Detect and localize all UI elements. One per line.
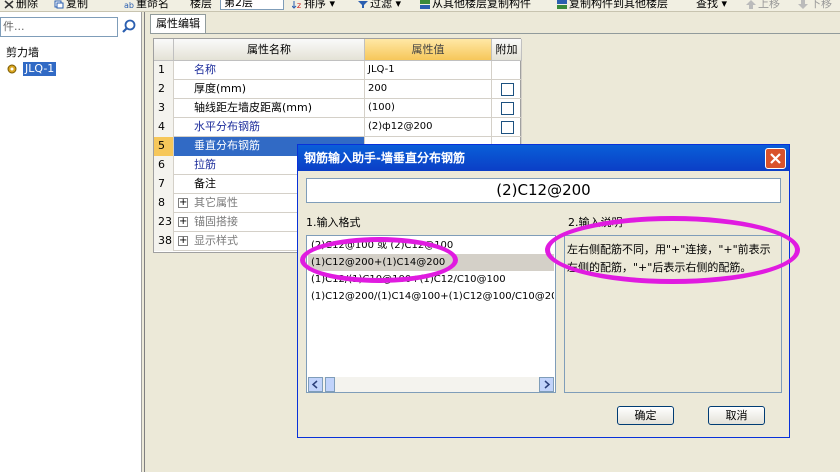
- arrow-down-icon: [798, 0, 808, 9]
- close-button[interactable]: [765, 148, 786, 169]
- move-up-button[interactable]: 上移: [746, 0, 780, 11]
- list-item[interactable]: (1)C12@200/(1)C14@100+(1)C12@100/C10@200: [308, 288, 554, 305]
- row-number: 38: [154, 232, 174, 251]
- rebar-expression-field[interactable]: (2)C12@200: [306, 178, 781, 203]
- row-number: 8: [154, 194, 174, 213]
- arrow-right-icon: [544, 380, 551, 389]
- svg-text:Z: Z: [297, 3, 301, 9]
- scroll-right-button[interactable]: [539, 377, 554, 392]
- dialog-title: 钢筋输入助手-墙垂直分布钢筋: [298, 145, 789, 171]
- svg-text:ab: ab: [124, 1, 134, 9]
- sort-button[interactable]: Z 排序 ▾: [292, 0, 335, 11]
- row-number: 2: [154, 80, 174, 99]
- component-tree-panel: 件... 剪力墙 JLQ-1: [0, 12, 142, 472]
- property-name: 厚度(mm): [174, 80, 365, 99]
- grid-header: 属性名称 属性值 附加: [154, 39, 522, 61]
- rebar-input-dialog: 钢筋输入助手-墙垂直分布钢筋 (2)C12@200 1.输入格式 2.输入说明 …: [297, 144, 790, 438]
- floor-label: 楼层: [190, 0, 212, 10]
- floor-select[interactable]: 第2层: [220, 0, 284, 10]
- property-value[interactable]: (2)ф12@200: [365, 118, 492, 137]
- main-toolbar: 删除 复制 ab 重命名 楼层 第2层 Z 排序 ▾ 过滤 ▾ 从其他楼层复制构件 …: [0, 0, 840, 12]
- search-button[interactable]: [119, 18, 139, 36]
- scroll-left-button[interactable]: [308, 377, 323, 392]
- row-number: 5: [154, 137, 174, 156]
- table-row[interactable]: 2 厚度(mm) 200: [154, 80, 522, 99]
- table-row[interactable]: 3 轴线距左墙皮距离(mm) (100): [154, 99, 522, 118]
- find-button[interactable]: 查找 ▾: [696, 0, 727, 11]
- row-number: 23: [154, 213, 174, 232]
- table-row[interactable]: 4 水平分布钢筋 (2)ф12@200: [154, 118, 522, 137]
- table-row[interactable]: 1 名称 JLQ-1: [154, 61, 522, 80]
- attach-checkbox[interactable]: [501, 121, 514, 134]
- row-number: 3: [154, 99, 174, 118]
- copy-from-floor-button[interactable]: 从其他楼层复制构件: [420, 0, 531, 11]
- filter-button[interactable]: 过滤 ▾: [358, 0, 401, 11]
- panel-splitter[interactable]: [144, 12, 145, 472]
- attach-cell: [492, 118, 522, 137]
- arrow-up-icon: [746, 0, 756, 9]
- annotation-ellipse: [300, 237, 458, 283]
- property-value[interactable]: 200: [365, 80, 492, 99]
- ok-button[interactable]: 确定: [617, 406, 674, 425]
- copy-icon: [54, 0, 64, 8]
- copy-button[interactable]: 复制: [54, 0, 88, 11]
- arrow-left-icon: [311, 380, 318, 389]
- search-input[interactable]: 件...: [0, 17, 118, 37]
- property-name: 轴线距左墙皮距离(mm): [174, 99, 365, 118]
- sort-icon: Z: [292, 0, 301, 9]
- property-value[interactable]: (100): [365, 99, 492, 118]
- tree-node-shear-wall[interactable]: 剪力墙: [6, 46, 39, 60]
- row-number: 4: [154, 118, 174, 137]
- rename-icon: ab: [124, 1, 134, 9]
- close-icon: [770, 153, 781, 164]
- expand-icon[interactable]: +: [178, 217, 188, 227]
- cancel-button[interactable]: 取消: [708, 406, 765, 425]
- floors-icon: [420, 0, 430, 9]
- header-property-value: 属性值: [365, 39, 492, 61]
- delete-icon: [4, 0, 14, 9]
- attach-cell: [492, 61, 522, 80]
- row-number: 1: [154, 61, 174, 80]
- copy-to-floor-button[interactable]: 复制构件到其他楼层: [557, 0, 668, 11]
- attach-checkbox[interactable]: [501, 102, 514, 115]
- header-property-name: 属性名称: [174, 39, 365, 61]
- scroll-thumb[interactable]: [325, 377, 335, 392]
- delete-button[interactable]: 删除: [4, 0, 38, 11]
- tab-property-edit[interactable]: 属性编辑: [150, 14, 206, 33]
- horizontal-scrollbar[interactable]: [308, 377, 554, 392]
- rename-button[interactable]: ab 重命名: [124, 0, 169, 11]
- attach-cell: [492, 99, 522, 118]
- header-attach: 附加: [492, 39, 522, 61]
- gear-icon: [7, 64, 17, 74]
- property-value[interactable]: JLQ-1: [365, 61, 492, 80]
- property-name: 水平分布钢筋: [174, 118, 365, 137]
- attach-checkbox[interactable]: [501, 83, 514, 96]
- expand-icon[interactable]: +: [178, 236, 188, 246]
- row-number: 7: [154, 175, 174, 194]
- search-icon: [122, 19, 136, 33]
- expand-icon[interactable]: +: [178, 198, 188, 208]
- row-number: 6: [154, 156, 174, 175]
- filter-icon: [358, 0, 368, 8]
- header-corner: [154, 39, 174, 61]
- move-down-button[interactable]: 下移: [798, 0, 832, 11]
- format-section-label: 1.输入格式: [306, 216, 361, 229]
- annotation-ellipse: [545, 216, 800, 284]
- property-name: 名称: [174, 61, 365, 80]
- floors-icon: [557, 0, 567, 9]
- attach-cell: [492, 80, 522, 99]
